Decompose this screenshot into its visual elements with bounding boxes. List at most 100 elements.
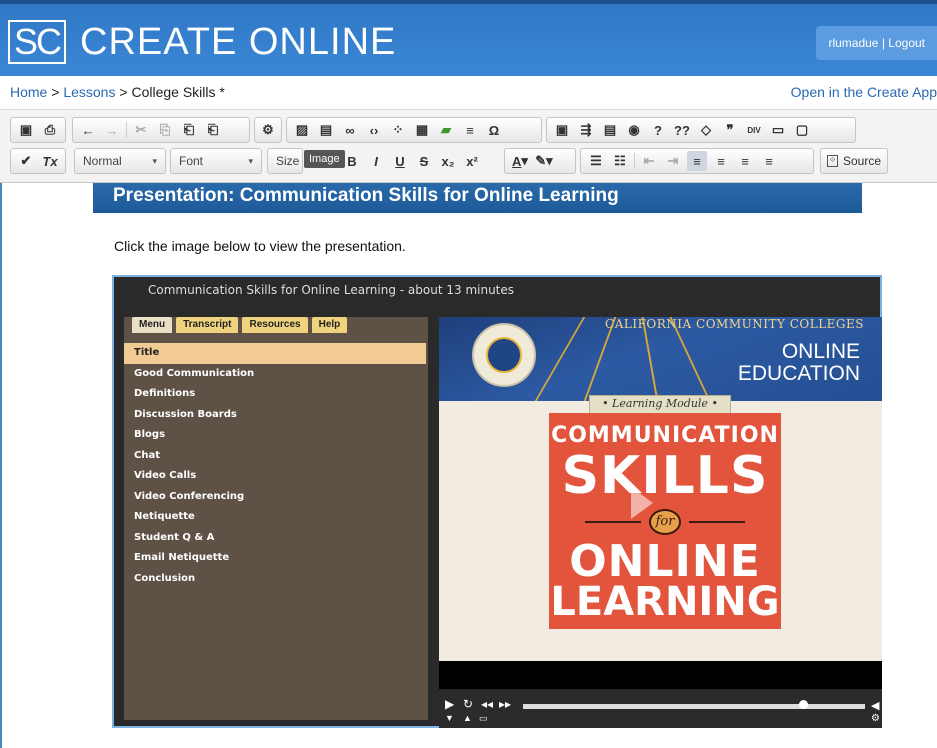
breadcrumb-lessons[interactable]: Lessons xyxy=(63,84,115,100)
media-icon[interactable]: ▤ xyxy=(316,120,336,140)
quote-icon[interactable]: ❞ xyxy=(720,120,740,140)
player-menu-item[interactable]: Good Communication xyxy=(124,364,426,385)
breadcrumb-sep: > xyxy=(51,84,60,100)
book-icon[interactable]: ▰ xyxy=(436,120,456,140)
seal-emblem xyxy=(486,337,522,373)
code-icon[interactable]: ‹› xyxy=(364,120,384,140)
separator xyxy=(634,153,635,169)
app-title: CREATE ONLINE xyxy=(80,21,397,63)
horizontal-rule-icon[interactable]: ≡ xyxy=(460,120,480,140)
breadcrumb-home[interactable]: Home xyxy=(10,84,47,100)
font-dropdown[interactable]: Font ▾ xyxy=(170,148,262,174)
question-icon[interactable]: ? xyxy=(648,120,668,140)
player-menu-item[interactable]: Title xyxy=(124,343,426,364)
numbered-list-icon[interactable]: ☰ xyxy=(586,151,606,171)
player-menu-item[interactable]: Conclusion xyxy=(124,569,426,590)
fast-forward-icon[interactable]: ▸▸ xyxy=(499,697,511,711)
rewind-icon[interactable]: ◂◂ xyxy=(481,697,493,711)
chevron-up-icon[interactable]: ▲ xyxy=(463,713,472,723)
align-right-icon[interactable]: ≡ xyxy=(735,151,755,171)
player-tab-help[interactable]: Help xyxy=(311,317,348,333)
div-icon[interactable]: DIV xyxy=(744,120,764,140)
player-menu-item[interactable]: Definitions xyxy=(124,384,426,405)
toolbar-group-document: ▣ ⎙ xyxy=(10,117,66,143)
player-menu-item[interactable]: Netiquette xyxy=(124,507,426,528)
cut-icon[interactable]: ✂ xyxy=(131,120,151,140)
align-center-icon[interactable]: ≡ xyxy=(711,151,731,171)
logout-link[interactable]: Logout xyxy=(888,36,925,50)
player-menu-item[interactable]: Blogs xyxy=(124,425,426,446)
toolbar-group-insert: ▨ ▤ ∞ ‹› ⁘ ▦ ▰ ≡ Ω xyxy=(286,117,542,143)
source-button[interactable]: ⟐ Source xyxy=(820,148,889,174)
double-question-icon[interactable]: ?? xyxy=(672,120,692,140)
open-in-app-link[interactable]: Open in the Create App xyxy=(791,84,937,100)
redo-icon[interactable]: → xyxy=(102,120,122,140)
link-icon[interactable]: ∞ xyxy=(340,120,360,140)
player-tab-resources[interactable]: Resources xyxy=(242,317,308,333)
outdent-icon[interactable]: ⇤ xyxy=(639,151,659,171)
play-overlay-icon[interactable] xyxy=(631,487,653,519)
indent-icon[interactable]: ⇥ xyxy=(663,151,683,171)
brush-icon[interactable]: ✔ xyxy=(16,151,36,171)
player-tab-transcript[interactable]: Transcript xyxy=(176,317,239,333)
bold-icon[interactable]: B xyxy=(342,151,362,171)
italic-icon[interactable]: I xyxy=(366,151,386,171)
replay-icon[interactable]: ↻ xyxy=(463,697,473,711)
size-dropdown[interactable]: Size xyxy=(267,148,303,174)
username-link[interactable]: rlumadue xyxy=(828,36,878,50)
preview-icon[interactable]: ⎙ xyxy=(40,120,60,140)
style-dropdown[interactable]: Normal ▾ xyxy=(74,148,166,174)
highlight-icon[interactable]: ✎▾ xyxy=(534,151,554,171)
play-icon[interactable]: ▶ xyxy=(445,697,454,711)
gear-icon[interactable]: ⚙ xyxy=(871,713,880,724)
seek-bar[interactable] xyxy=(523,704,865,709)
instruction-text: Click the image below to view the presen… xyxy=(114,238,406,254)
toolbar-group-colors: A ▾ ✎▾ xyxy=(504,148,576,174)
style-dropdown-value: Normal xyxy=(83,154,122,168)
maximize-icon[interactable]: ▢ xyxy=(792,120,812,140)
strikethrough-icon[interactable]: S xyxy=(414,151,434,171)
paste-text-icon[interactable]: ⎗ xyxy=(203,120,223,140)
user-separator: | xyxy=(881,36,885,50)
tag-icon[interactable]: ◇ xyxy=(696,120,716,140)
volume-icon[interactable]: ◀ xyxy=(871,699,879,712)
align-left-icon[interactable]: ≡ xyxy=(687,151,707,171)
clear-format-icon[interactable]: Tx xyxy=(40,151,60,171)
player-title: Communication Skills for Online Learning… xyxy=(148,283,515,297)
table-icon[interactable]: ▦ xyxy=(412,120,432,140)
subscript-icon[interactable]: x₂ xyxy=(438,151,458,171)
image-icon[interactable]: ▨ xyxy=(292,120,312,140)
player-menu-item[interactable]: Student Q & A xyxy=(124,528,426,549)
player-tab-menu[interactable]: Menu xyxy=(132,317,173,333)
player-menu-item[interactable]: Discussion Boards xyxy=(124,405,426,426)
underline-icon[interactable]: U xyxy=(390,151,410,171)
special-char-icon[interactable]: Ω xyxy=(484,120,504,140)
save-icon[interactable]: ▣ xyxy=(16,120,36,140)
player-tabs: Menu Transcript Resources Help xyxy=(132,317,348,333)
chevron-down-icon[interactable]: ▼ xyxy=(445,713,454,723)
superscript-icon[interactable]: x² xyxy=(462,151,482,171)
gear-icon[interactable]: ⚙ xyxy=(260,120,276,140)
player-menu-item[interactable]: Video Calls xyxy=(124,466,426,487)
template-icon[interactable]: ▣ xyxy=(552,120,572,140)
indent-list-icon[interactable]: ⇶ xyxy=(576,120,596,140)
widget-icon[interactable]: ⁘ xyxy=(388,120,408,140)
copy-icon[interactable]: ⎘ xyxy=(155,120,175,140)
text-color-icon[interactable]: A ▾ xyxy=(510,151,530,171)
comment-icon[interactable]: ▤ xyxy=(600,120,620,140)
undo-icon[interactable]: ← xyxy=(78,120,98,140)
breadcrumb: Home > Lessons > College Skills * xyxy=(10,84,225,100)
captions-icon[interactable]: ▭ xyxy=(479,713,488,724)
player-menu-item[interactable]: Email Netiquette xyxy=(124,548,426,569)
player-menu-item[interactable]: Video Conferencing xyxy=(124,487,426,508)
show-blocks-icon[interactable]: ▭ xyxy=(768,120,788,140)
ccc-heading: CALIFORNIA COMMUNITY COLLEGES xyxy=(605,317,864,331)
player-menu-item[interactable]: Chat xyxy=(124,446,426,467)
presentation-image[interactable]: Communication Skills for Online Learning… xyxy=(112,275,882,728)
justify-icon[interactable]: ≡ xyxy=(759,151,779,171)
paste-icon[interactable]: ⎗ xyxy=(179,120,199,140)
image-tooltip: Image xyxy=(304,150,345,168)
editor-content[interactable]: Presentation: Communication Skills for O… xyxy=(0,183,937,748)
play-circle-icon[interactable]: ◉ xyxy=(624,120,644,140)
bulleted-list-icon[interactable]: ☷ xyxy=(610,151,630,171)
